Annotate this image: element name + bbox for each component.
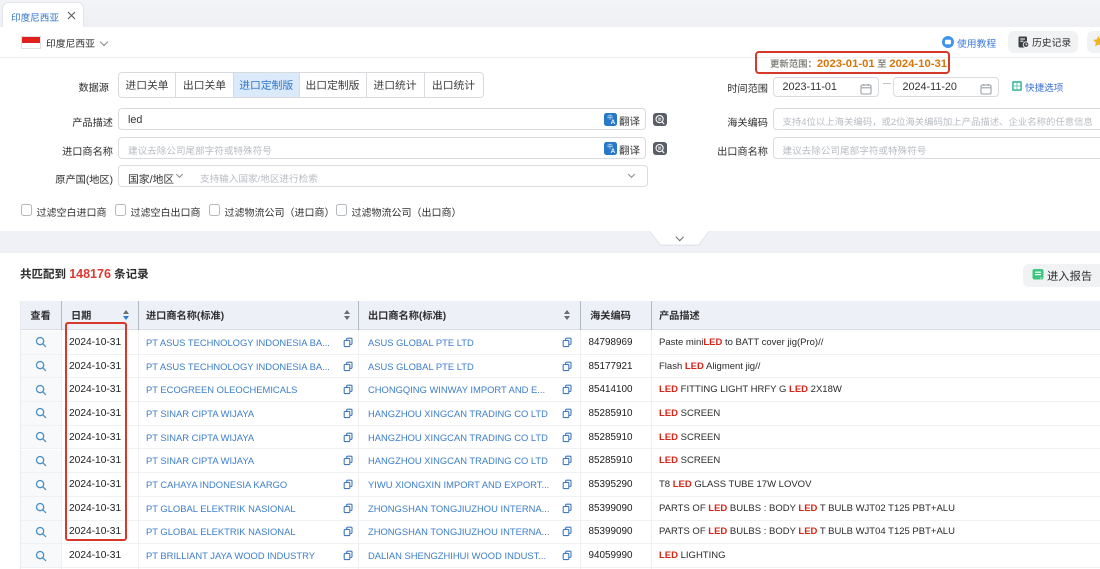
svg-text:A: A xyxy=(611,119,616,126)
svg-text:A: A xyxy=(611,148,616,155)
